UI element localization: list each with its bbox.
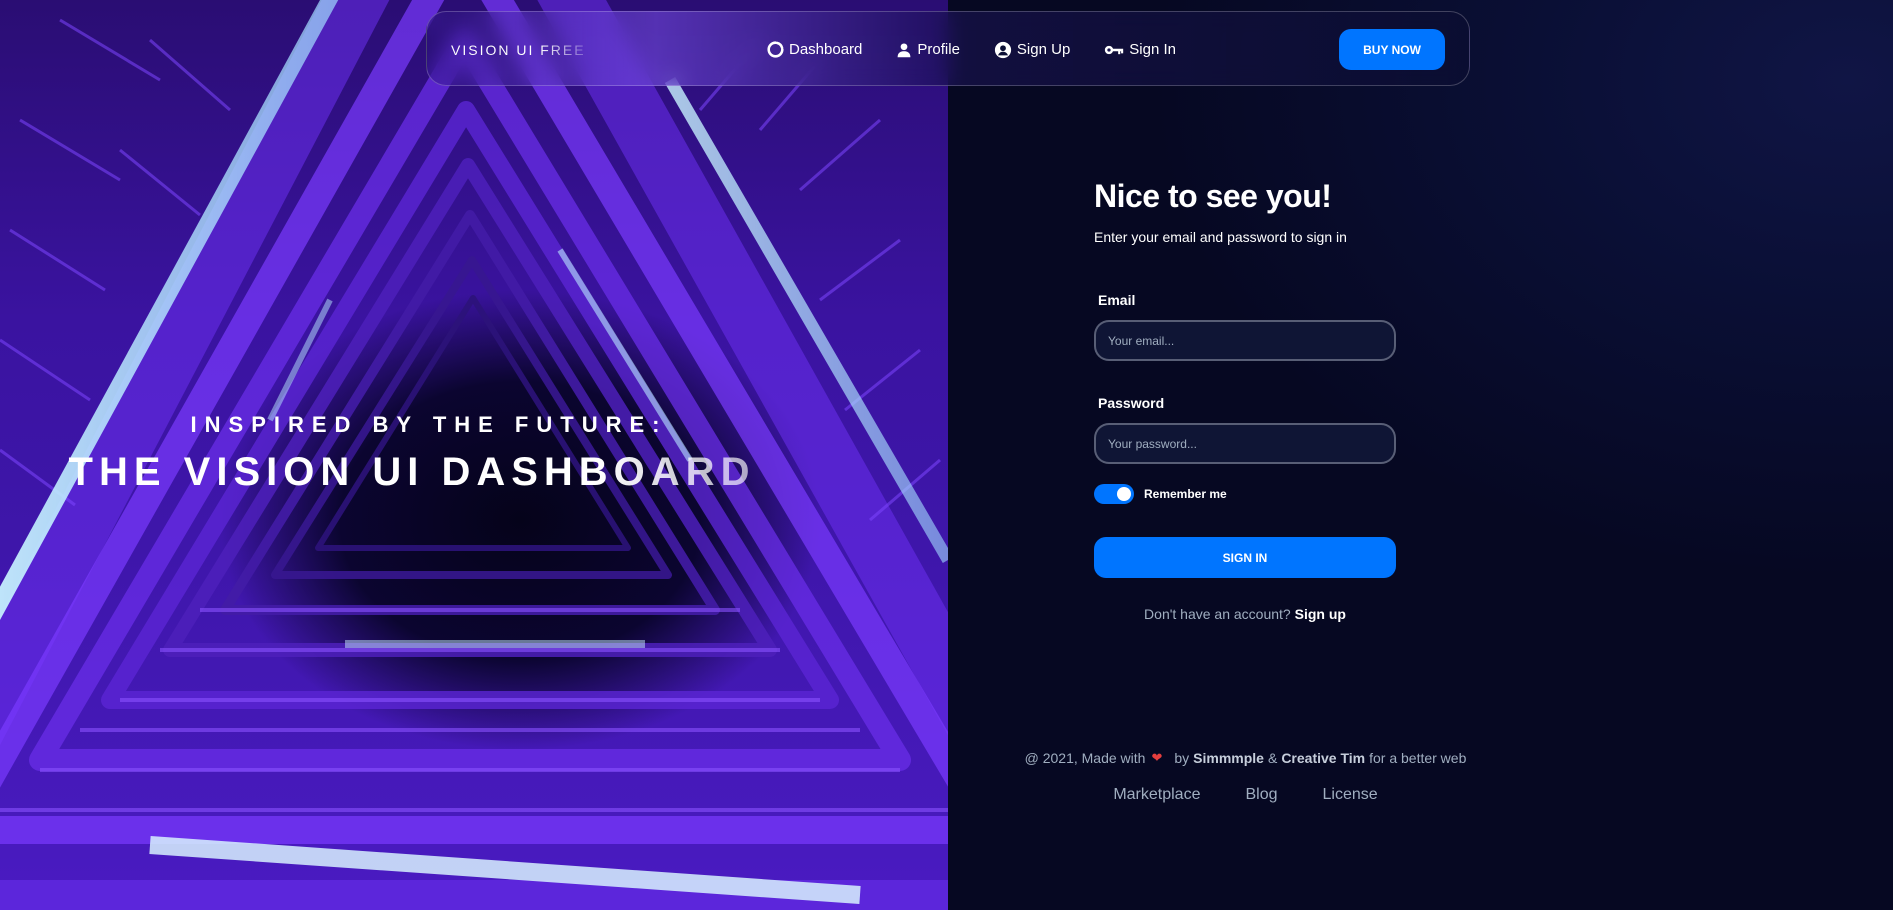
top-navbar: VISION UI FREE Dashboard Profile Sign Up… [426,11,1470,86]
nav-dashboard-link[interactable]: Dashboard [767,41,862,58]
hero-title: THE VISION UI DASHBOARD [0,450,886,495]
hero-subtitle: INSPIRED BY THE FUTURE: [190,412,668,437]
footer: @ 2021, Made with ❤ by Simmmple & Creati… [948,750,1543,804]
buy-now-button[interactable]: BUY NOW [1339,29,1445,70]
dashboard-icon [767,41,784,58]
form-description: Enter your email and password to sign in [1094,229,1347,245]
nav-dashboard-label: Dashboard [789,41,863,58]
toggle-knob [1117,487,1131,501]
signin-form: Nice to see you! Enter your email and pa… [1094,178,1396,622]
form-title: Nice to see you! [1094,178,1332,214]
footer-link-blog[interactable]: Blog [1245,786,1277,804]
nav-profile-label: Profile [917,41,960,58]
email-label: Email [1098,292,1136,308]
footer-suffix: for a better web [1369,750,1467,766]
brand-logo-text[interactable]: VISION UI FREE [451,42,586,58]
key-icon [1104,43,1124,57]
nav-signin-link[interactable]: Sign In [1104,41,1176,58]
nav-profile-link[interactable]: Profile [896,41,960,58]
email-input[interactable] [1094,320,1396,361]
footer-amp: & [1267,750,1278,766]
remember-me-toggle[interactable] [1094,484,1134,504]
nav-signin-label: Sign In [1129,41,1176,58]
signup-prompt: Don't have an account? Sign up [1094,606,1396,622]
password-label: Password [1098,395,1165,411]
person-icon [896,42,912,58]
footer-link-license[interactable]: License [1323,786,1378,804]
footer-link-marketplace[interactable]: Marketplace [1113,786,1200,804]
footer-by: by [1174,750,1190,766]
remember-me-label: Remember me [1144,487,1227,501]
footer-links: Marketplace Blog License [948,786,1543,804]
signin-button[interactable]: SIGN IN [1094,537,1396,578]
no-account-text: Don't have an account? [1144,606,1291,622]
remember-me-row: Remember me [1094,484,1396,504]
heart-icon: ❤ [1151,750,1163,765]
hero-panel: INSPIRED BY THE FUTURE: THE VISION UI DA… [0,0,948,910]
footer-credit: @ 2021, Made with ❤ by Simmmple & Creati… [948,750,1543,766]
footer-author-creative-tim[interactable]: Creative Tim [1281,750,1365,766]
nav-signup-link[interactable]: Sign Up [994,41,1070,59]
password-input[interactable] [1094,423,1396,464]
signup-link[interactable]: Sign up [1295,606,1346,622]
footer-author-simmmple[interactable]: Simmmple [1193,750,1264,766]
nav-links: Dashboard Profile Sign Up Sign In [767,12,1176,87]
footer-prefix: @ 2021, Made with [1024,750,1146,766]
user-circle-icon [994,41,1012,59]
nav-signup-label: Sign Up [1016,41,1071,58]
